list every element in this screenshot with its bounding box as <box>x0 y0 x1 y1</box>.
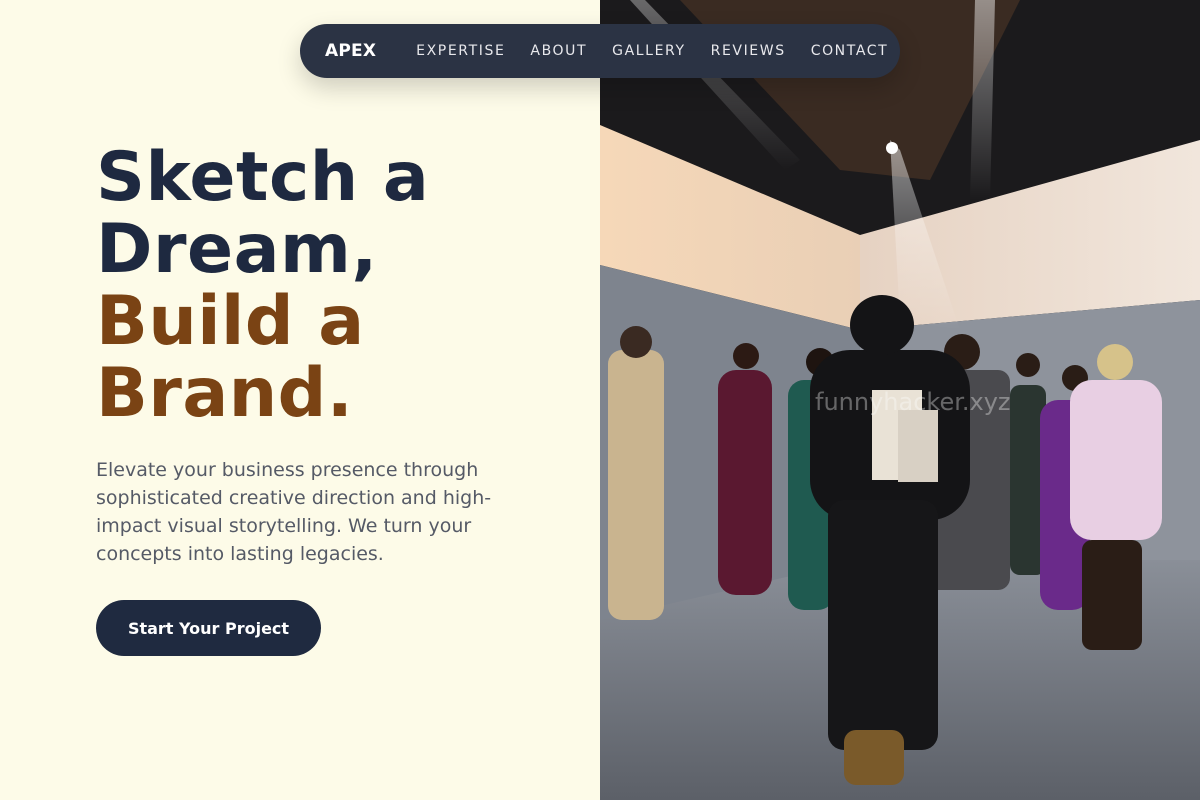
watermark-text: funnyhacker.xyz <box>815 388 1011 416</box>
nav-link-contact[interactable]: CONTACT <box>811 43 889 59</box>
start-project-button[interactable]: Start Your Project <box>96 600 321 656</box>
nav-link-expertise[interactable]: EXPERTISE <box>416 43 505 59</box>
brand-logo[interactable]: APEX <box>325 41 376 61</box>
headline-line-3: Build a <box>96 282 365 361</box>
nav-link-about[interactable]: ABOUT <box>530 43 587 59</box>
top-navbar: APEX EXPERTISE ABOUT GALLERY REVIEWS CON… <box>300 24 900 78</box>
hero-headline: Sketch a Dream, Build a Brand. <box>96 142 429 430</box>
hero-left-panel: Sketch a Dream, Build a Brand. Elevate y… <box>0 0 600 800</box>
nav-link-gallery[interactable]: GALLERY <box>612 43 685 59</box>
hero-subtext: Elevate your business presence through s… <box>96 459 492 565</box>
headline-line-2: Dream, <box>96 210 378 289</box>
headline-line-4: Brand. <box>96 354 354 433</box>
nav-links: EXPERTISE ABOUT GALLERY REVIEWS CONTACT <box>416 43 913 59</box>
nav-link-reviews[interactable]: REVIEWS <box>711 43 786 59</box>
headline-line-1: Sketch a <box>96 138 430 217</box>
